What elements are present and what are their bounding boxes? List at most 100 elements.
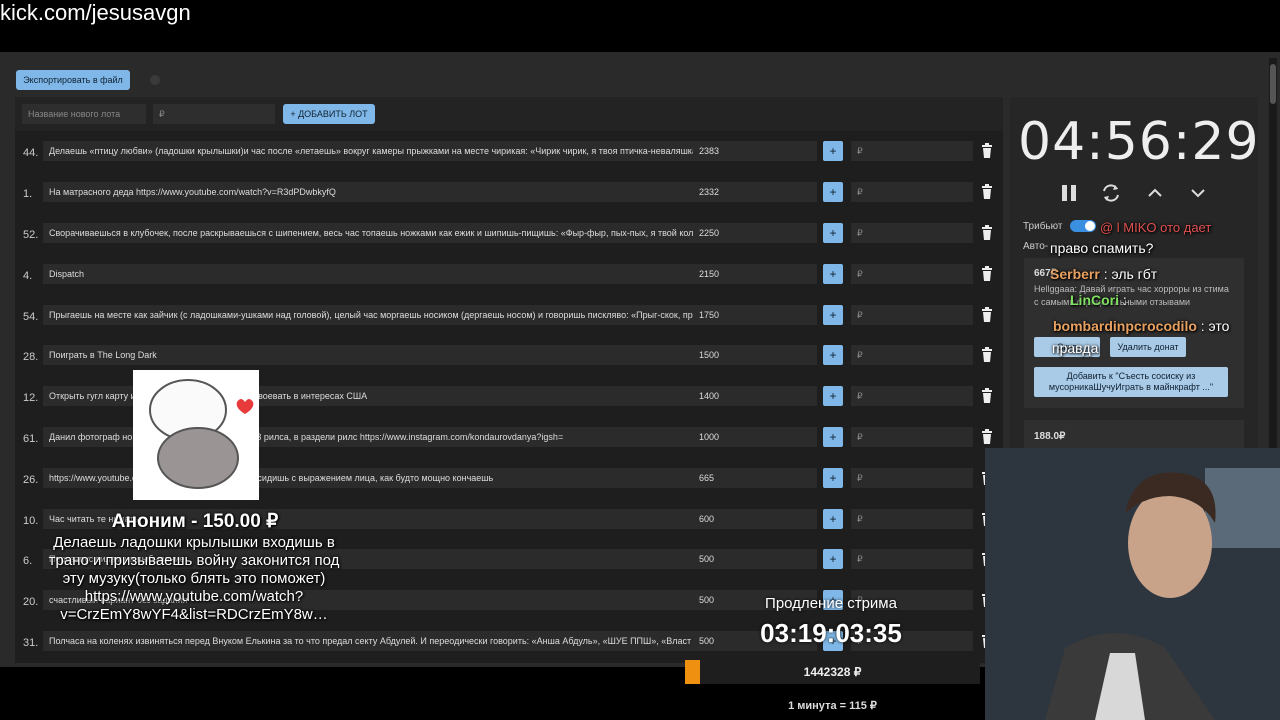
lot-number: 61.	[23, 433, 39, 445]
extension-label: Продление стрима	[765, 595, 897, 612]
lot-row: 4. Dispatch 2150 + ₽	[15, 261, 1003, 295]
lot-extra-input[interactable]: ₽	[851, 141, 973, 161]
lot-amount-input[interactable]: 2332	[693, 182, 817, 202]
lot-add-button[interactable]: +	[823, 141, 843, 161]
lot-add-button[interactable]: +	[823, 509, 843, 529]
lot-title-input[interactable]: Полчаса на коленях извиняться перед Внук…	[43, 631, 701, 651]
lot-extra-input[interactable]: ₽	[851, 345, 973, 365]
lot-amount-input[interactable]: 665	[693, 468, 817, 488]
lot-amount-input[interactable]: 2383	[693, 141, 817, 161]
lot-add-button[interactable]: +	[823, 549, 843, 569]
lot-title-input[interactable]: Делаешь «птицу любви» (ладошки крылышки)…	[43, 141, 701, 161]
pause-icon[interactable]	[1058, 182, 1080, 204]
lot-title-input[interactable]: На матрасного деда https://www.youtube.c…	[43, 182, 701, 202]
alert-title: Аноним - 150.00 ₽	[111, 511, 279, 532]
chat-username: LinCori	[1070, 292, 1119, 308]
lot-add-button[interactable]: +	[823, 345, 843, 365]
lot-extra-input[interactable]: ₽	[851, 549, 973, 569]
chevron-up-icon[interactable]	[1144, 182, 1166, 204]
lot-amount-input[interactable]: 2250	[693, 223, 817, 243]
lot-number: 26.	[23, 474, 39, 486]
reset-icon[interactable]	[1100, 182, 1122, 204]
lot-amount-input[interactable]: 1500	[693, 345, 817, 365]
trash-icon[interactable]	[981, 429, 993, 445]
lot-amount-input[interactable]: 600	[693, 509, 817, 529]
trash-icon[interactable]	[981, 266, 993, 282]
donation-text: Hellggaaa: Давай играть час хорроры из с…	[1034, 284, 1229, 307]
export-button[interactable]: Экспортировать в файл	[16, 70, 130, 90]
lot-title-input[interactable]: Прыгаешь на месте как зайчик (с ладошкам…	[43, 305, 701, 325]
chevron-down-icon[interactable]	[1187, 182, 1209, 204]
chat-line: bombardinpcrocodilo : это	[1053, 318, 1229, 334]
lot-amount-input[interactable]: 2150	[693, 264, 817, 284]
chat-username: Serberr	[1050, 266, 1100, 282]
add-to-lot-button[interactable]: Добавить к "Съесть сосиску из мусорникаШ…	[1034, 367, 1228, 397]
donation-progress: 1442328 ₽	[685, 660, 980, 684]
lot-extra-input[interactable]: ₽	[851, 305, 973, 325]
lot-extra-input[interactable]: ₽	[851, 509, 973, 529]
lot-number: 12.	[23, 392, 39, 404]
lot-number: 31.	[23, 637, 39, 649]
lot-amount-input[interactable]: 500	[693, 549, 817, 569]
lot-title-input[interactable]: Сворачиваешься в клубочек, после раскрыв…	[43, 223, 701, 243]
chat-line: Serberr : эль гбт	[1050, 266, 1157, 282]
chat-message: правда	[1052, 340, 1099, 356]
lot-amount-input[interactable]: 1400	[693, 386, 817, 406]
lot-add-button[interactable]: +	[823, 305, 843, 325]
trash-icon[interactable]	[981, 388, 993, 404]
trash-icon[interactable]	[981, 225, 993, 241]
progress-text: 1442328 ₽	[803, 665, 862, 679]
new-lot-price-input[interactable]: ₽	[153, 104, 275, 124]
lot-number: 10.	[23, 515, 39, 527]
webcam-feed	[985, 448, 1280, 720]
lot-add-button[interactable]: +	[823, 264, 843, 284]
extension-timer: 03:19:03:35	[760, 618, 902, 648]
lot-extra-input[interactable]: ₽	[851, 386, 973, 406]
donation-amount-2: 188.0₽	[1034, 431, 1066, 442]
lot-row: 52. Сворачиваешься в клубочек, после раск…	[15, 220, 1003, 254]
delete-donation-button[interactable]: Удалить донат	[1110, 337, 1186, 357]
lot-extra-input[interactable]: ₽	[851, 264, 973, 284]
toggle-dot[interactable]	[150, 75, 160, 85]
lot-number: 52.	[23, 229, 39, 241]
lot-title-input[interactable]: Поиграть в The Long Dark	[43, 345, 701, 365]
lot-add-button[interactable]: +	[823, 182, 843, 202]
lot-row: 44. Делаешь «птицу любви» (ладошки крылыш…	[15, 138, 1003, 172]
lot-add-button[interactable]: +	[823, 468, 843, 488]
trash-icon[interactable]	[981, 184, 993, 200]
lot-add-button[interactable]: +	[823, 223, 843, 243]
lot-extra-input[interactable]: ₽	[851, 223, 973, 243]
lot-extra-input[interactable]: ₽	[851, 427, 973, 447]
lot-amount-input[interactable]: 1750	[693, 305, 817, 325]
chat-message: право спамить?	[1050, 240, 1154, 256]
scrollbar-thumb[interactable]	[1270, 64, 1276, 104]
alert-cat-sticker	[133, 370, 259, 500]
lot-add-button[interactable]: +	[823, 386, 843, 406]
new-lot-name-input[interactable]: Название нового лота	[22, 104, 146, 124]
chat-line: право спамить?	[1050, 240, 1153, 256]
lot-title-input[interactable]: Dispatch	[43, 264, 701, 284]
alert-message: Делаешь ладошки крылышки входишь в трано…	[48, 534, 340, 623]
trash-icon[interactable]	[981, 143, 993, 159]
tribute-label: Трибьют	[1023, 221, 1063, 232]
lot-number: 4.	[23, 270, 33, 282]
lot-number: 20.	[23, 596, 39, 608]
rate-label: 1 минута = 115 ₽	[788, 700, 877, 712]
chat-line-top: @ l MIKO ото дает	[1100, 220, 1212, 235]
chat-line: LinCori :	[1070, 292, 1127, 308]
lot-extra-input[interactable]: ₽	[851, 182, 973, 202]
lot-row: 1. На матрасного деда https://www.youtube…	[15, 179, 1003, 213]
tribute-toggle[interactable]	[1070, 220, 1096, 232]
lot-row: 54. Прыгаешь на месте как зайчик (с ладош…	[15, 302, 1003, 336]
chat-username: bombardinpcrocodilo	[1053, 318, 1197, 334]
trash-icon[interactable]	[981, 307, 993, 323]
chat-line: правда	[1052, 340, 1098, 356]
lot-amount-input[interactable]: 1000	[693, 427, 817, 447]
lot-extra-input[interactable]: ₽	[851, 468, 973, 488]
trash-icon[interactable]	[981, 347, 993, 363]
lot-number: 28.	[23, 351, 39, 363]
lot-number: 6.	[23, 555, 33, 567]
add-lot-button[interactable]: + ДОБАВИТЬ ЛОТ	[283, 104, 375, 124]
chat-message: : это	[1196, 318, 1230, 334]
lot-add-button[interactable]: +	[823, 427, 843, 447]
